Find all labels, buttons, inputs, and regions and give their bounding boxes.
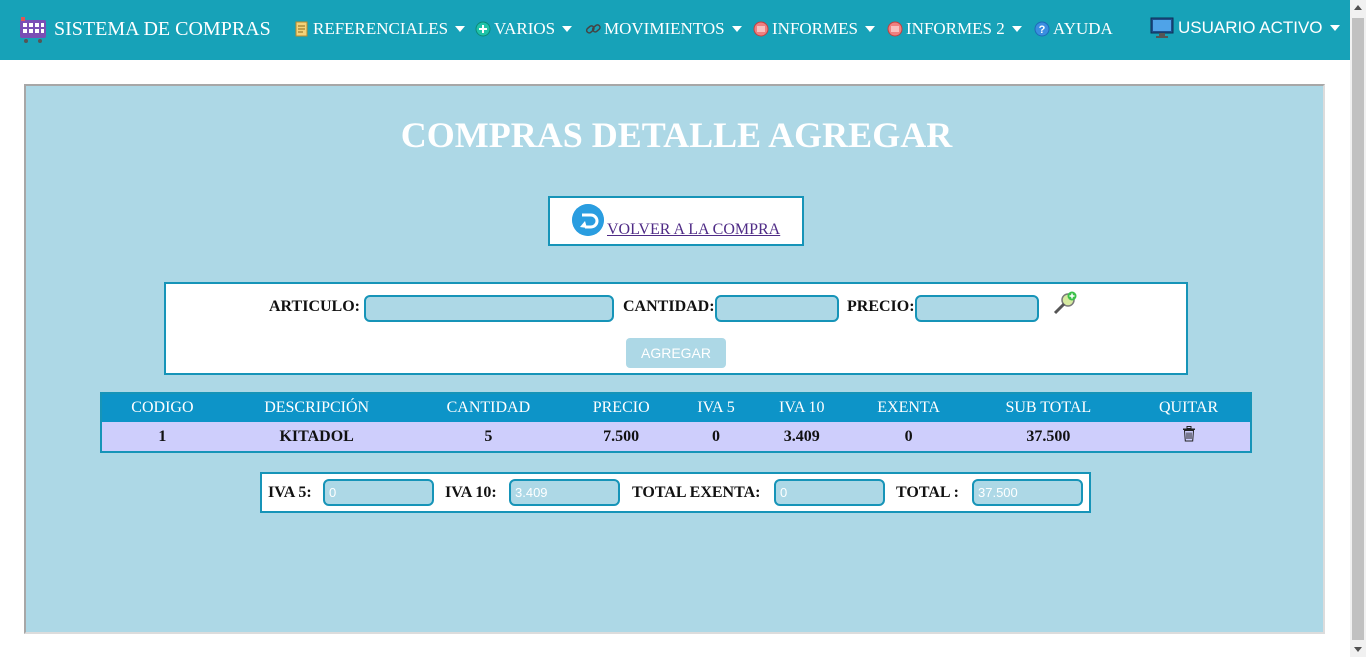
cell-iva10: 3.409 [755,422,848,452]
chevron-down-icon [1011,26,1022,32]
chevron-down-icon [455,26,466,32]
exenta-total-label: TOTAL EXENTA: [632,484,761,501]
cantidad-input[interactable] [715,295,839,322]
report-icon [753,21,769,37]
main-panel: COMPRAS DETALLE AGREGAR VOLVER A LA COMP… [24,84,1325,634]
trash-icon[interactable] [1182,426,1196,442]
table-header-row: CODIGO DESCRIPCIÓN CANTIDAD PRECIO IVA 5… [101,393,1251,422]
grand-total-label: TOTAL : [896,484,959,501]
return-arrow-icon[interactable] [572,204,604,236]
scrollbar-thumb[interactable] [1352,18,1364,640]
document-icon [295,21,308,37]
add-item-form: ARTICULO: CANTIDAD: PRECIO: AGREGAR [164,282,1188,375]
col-cantidad: CANTIDAD [410,393,567,422]
back-link-box: VOLVER A LA COMPRA [548,196,804,246]
svg-text:?: ? [1039,24,1046,36]
back-to-purchase-link[interactable]: VOLVER A LA COMPRA [607,221,780,239]
articulo-label: ARTICULO: [269,298,360,315]
brand[interactable]: SISTEMA DE COMPRAS [18,14,271,44]
scroll-down-arrow-icon[interactable] [1354,647,1362,652]
navbar: SISTEMA DE COMPRAS REFERENCIALES VARIOS … [0,0,1350,60]
monitor-icon [1150,17,1174,38]
nav-informes[interactable]: INFORMES [753,19,875,39]
col-precio: PRECIO [566,393,677,422]
cell-descripcion: KITADOL [222,422,411,452]
col-descripcion: DESCRIPCIÓN [222,393,411,422]
totals-box: IVA 5: IVA 10: TOTAL EXENTA: TOTAL : [260,472,1091,513]
chevron-down-icon [1329,25,1340,31]
nav-informes-label: INFORMES [772,19,858,38]
add-button[interactable]: AGREGAR [626,338,726,368]
col-codigo: CODIGO [101,393,223,422]
iva5-total-label: IVA 5: [268,484,312,501]
user-menu[interactable]: USUARIO ACTIVO [1150,17,1340,39]
nav-movimientos-label: MOVIMIENTOS [604,19,725,38]
table-row: 1 KITADOL 5 7.500 0 3.409 0 37.500 [101,422,1251,452]
cell-subtotal: 37.500 [969,422,1128,452]
user-menu-label: USUARIO ACTIVO [1178,18,1323,37]
nav-varios-label: VARIOS [494,19,556,38]
cell-quitar [1127,422,1251,452]
chevron-down-icon [864,26,875,32]
report-icon [887,21,903,37]
iva10-total-field[interactable] [509,479,620,506]
nav-ayuda[interactable]: ? AYUDA [1034,19,1113,39]
nav-referenciales-label: REFERENCIALES [313,19,449,38]
nav-referenciales[interactable]: REFERENCIALES [294,19,466,39]
nav-informes-2[interactable]: INFORMES 2 [887,19,1022,39]
grand-total-field[interactable] [972,479,1083,506]
plus-circle-icon [475,21,491,37]
app-title: SISTEMA DE COMPRAS [54,17,271,40]
col-iva5: IVA 5 [676,393,756,422]
page-title: COMPRAS DETALLE AGREGAR [400,115,953,155]
precio-label: PRECIO: [847,298,915,315]
col-quitar: QUITAR [1127,393,1251,422]
precio-input[interactable] [915,295,1039,322]
col-subtotal: SUB TOTAL [969,393,1128,422]
scroll-up-arrow-icon[interactable] [1354,5,1362,10]
cart-logo-icon [20,17,46,43]
chevron-down-icon [731,26,742,32]
col-iva10: IVA 10 [755,393,848,422]
cantidad-label: CANTIDAD: [623,298,715,315]
search-product-icon[interactable] [1052,290,1078,316]
chevron-down-icon [562,26,573,32]
cell-iva5: 0 [676,422,756,452]
cell-cantidad: 5 [410,422,567,452]
link-icon [585,24,601,34]
cell-exenta: 0 [847,422,970,452]
cell-precio: 7.500 [566,422,677,452]
col-exenta: EXENTA [847,393,970,422]
articulo-input[interactable] [364,295,614,322]
cell-codigo: 1 [101,422,223,452]
nav-varios[interactable]: VARIOS [475,19,573,39]
detail-table: CODIGO DESCRIPCIÓN CANTIDAD PRECIO IVA 5… [100,392,1252,453]
nav-ayuda-label: AYUDA [1053,19,1113,38]
nav-informes-2-label: INFORMES 2 [906,19,1005,38]
iva5-total-field[interactable] [323,479,434,506]
help-icon: ? [1034,21,1050,37]
exenta-total-field[interactable] [774,479,885,506]
iva10-total-label: IVA 10: [445,484,497,501]
nav-movimientos[interactable]: MOVIMIENTOS [585,19,742,39]
